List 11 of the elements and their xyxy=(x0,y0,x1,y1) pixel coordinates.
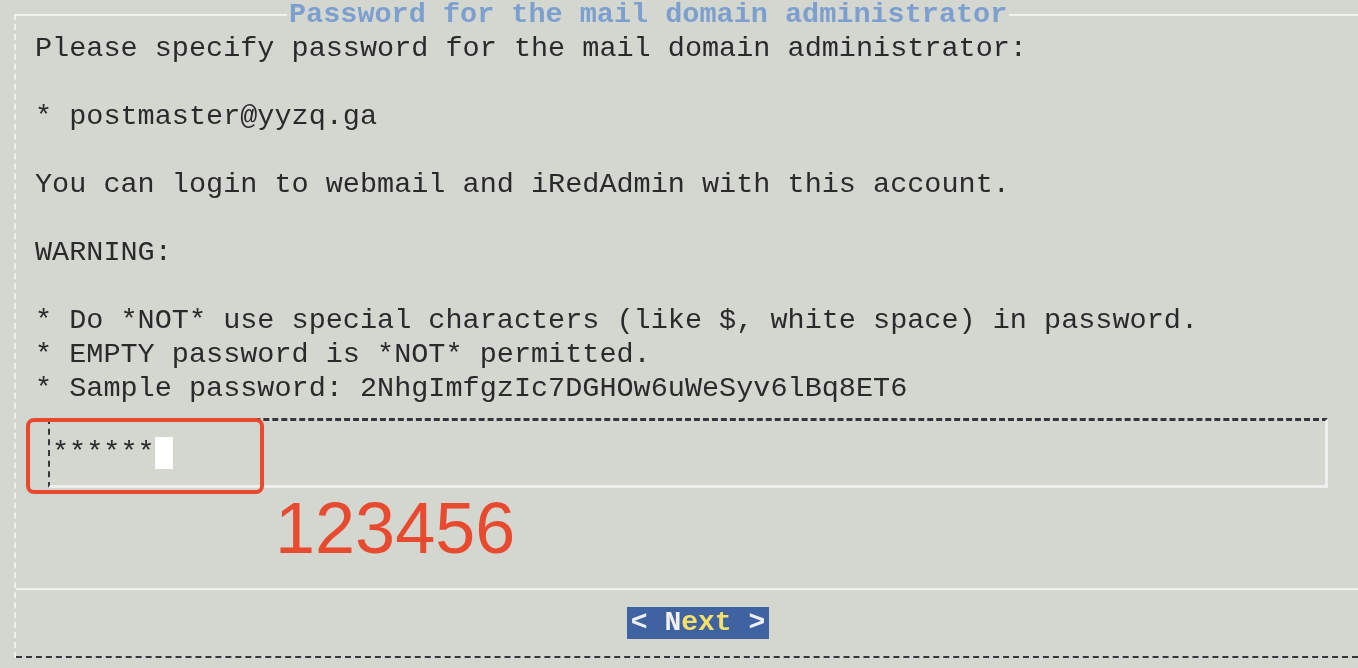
password-field[interactable]: ****** xyxy=(48,418,1328,488)
message-line: * postmaster@yyzq.ga xyxy=(35,100,378,134)
annotation-text: 123456 xyxy=(275,492,516,564)
message-line: * Do *NOT* use special characters (like $, white space) in password. xyxy=(35,304,1198,338)
message-line: Please specify password for the mail domain administrator: xyxy=(35,32,1027,66)
text-cursor xyxy=(154,437,173,469)
message-line: WARNING: xyxy=(35,236,172,270)
next-button[interactable]: < Next > xyxy=(626,607,770,639)
message-line: * Sample password: 2NhgImfgzIc7DGHOw6uWeSyv6lBq8ET6 xyxy=(35,372,908,406)
message-line: You can login to webmail and iRedAdmin with this account. xyxy=(35,168,1010,202)
message-line: * EMPTY password is *NOT* permitted. xyxy=(35,338,651,372)
